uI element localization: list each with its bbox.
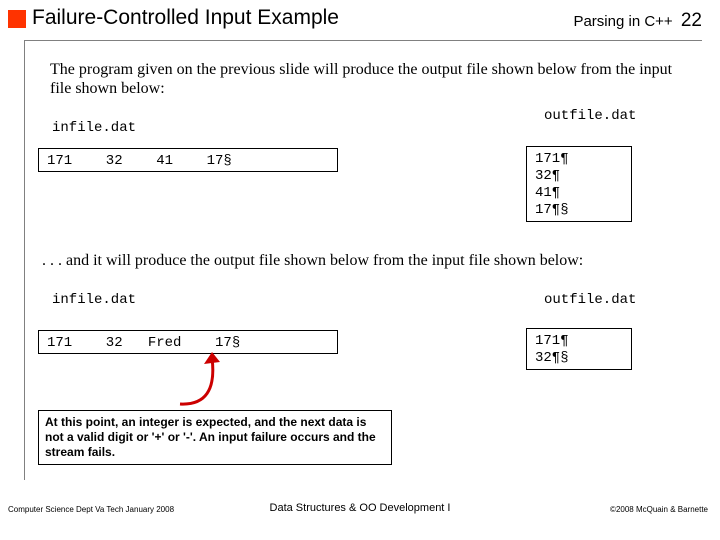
slide-title: Failure-Controlled Input Example [32,6,339,30]
slide-number: 22 [681,10,702,31]
arrow-icon [170,350,250,410]
output-file-box-2: 171¶ 32¶§ [526,328,632,370]
input-file-box-2: 171 32 Fred 17§ [38,330,338,354]
slide: Failure-Controlled Input Example Parsing… [0,0,720,540]
vertical-rule [24,40,25,480]
infile-label-2: infile.dat [52,292,136,308]
course-name: Parsing in C++ [573,13,672,30]
mid-text: . . . and it will produce the output fil… [42,252,692,270]
bullet-icon [8,10,26,28]
header-right: Parsing in C++ 22 [573,10,702,32]
infile-label-1: infile.dat [52,120,136,136]
annotation-box: At this point, an integer is expected, a… [38,410,392,465]
input-file-box-1: 171 32 41 17§ [38,148,338,172]
intro-text: The program given on the previous slide … [50,60,680,98]
output-file-box-1: 171¶ 32¶ 41¶ 17¶§ [526,146,632,222]
footer-right: ©2008 McQuain & Barnette [610,505,708,514]
outfile-label-1: outfile.dat [544,108,636,124]
outfile-label-2: outfile.dat [544,292,636,308]
horizontal-rule [24,40,702,41]
